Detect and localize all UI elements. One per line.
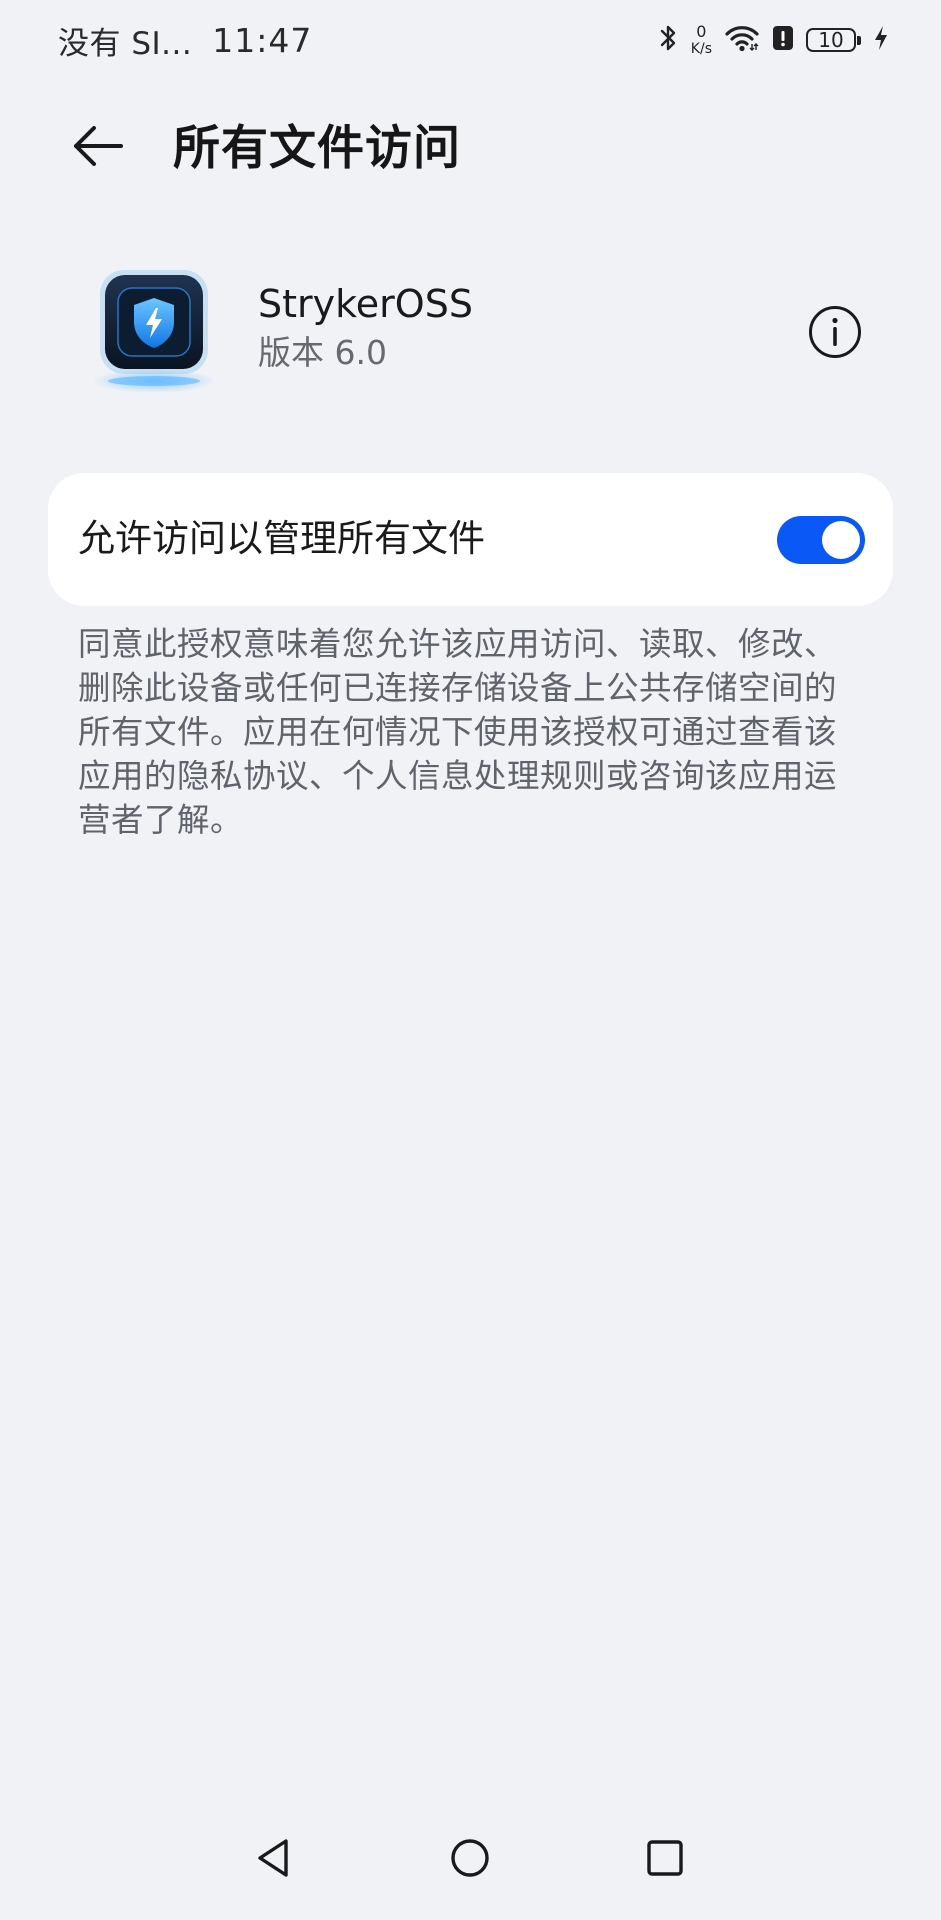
network-speed: 0 K/s xyxy=(690,22,712,57)
app-icon xyxy=(88,268,220,398)
app-name: StrykerOSS xyxy=(258,282,473,326)
arrow-left-icon xyxy=(72,124,124,172)
charging-icon xyxy=(873,24,889,56)
battery-icon: 10 xyxy=(806,28,861,52)
permission-card: 允许访问以管理所有文件 xyxy=(48,473,893,606)
info-icon xyxy=(807,306,863,364)
toggle-knob xyxy=(822,521,860,559)
permission-toggle[interactable] xyxy=(777,516,865,564)
app-version: 版本 6.0 xyxy=(258,333,387,372)
nav-back-button[interactable] xyxy=(244,1830,304,1890)
page-title: 所有文件访问 xyxy=(173,121,461,176)
nav-back-icon xyxy=(252,1836,296,1884)
app-header: StrykerOSS 版本 6.0 xyxy=(0,268,941,398)
app-info-button[interactable] xyxy=(807,304,863,360)
alert-icon xyxy=(772,24,794,56)
wifi-icon xyxy=(724,24,760,56)
clock: 11:47 xyxy=(212,21,313,60)
network-speed-unit: K/s xyxy=(690,41,712,57)
battery-tip xyxy=(857,35,861,45)
status-bar: 没有 SI... 11:47 0 K/s 10 xyxy=(0,0,941,80)
carrier-text: 没有 SI... xyxy=(58,26,193,62)
permission-label: 允许访问以管理所有文件 xyxy=(78,517,485,560)
status-left: 没有 SI... 11:47 xyxy=(58,18,312,63)
nav-home-icon xyxy=(448,1836,492,1884)
back-button[interactable] xyxy=(68,122,128,174)
permission-description: 同意此授权意味着您允许该应用访问、读取、修改、删除此设备或任何已连接存储设备上公… xyxy=(78,625,838,839)
nav-recent-button[interactable] xyxy=(635,1830,695,1890)
nav-home-button[interactable] xyxy=(440,1830,500,1890)
title-bar: 所有文件访问 xyxy=(0,108,941,188)
status-right: 0 K/s 10 xyxy=(659,20,889,60)
nav-recent-icon xyxy=(643,1836,687,1884)
network-speed-value: 0 xyxy=(696,22,707,41)
navigation-bar xyxy=(0,1800,941,1920)
bluetooth-icon xyxy=(659,23,679,57)
battery-level: 10 xyxy=(806,28,856,52)
